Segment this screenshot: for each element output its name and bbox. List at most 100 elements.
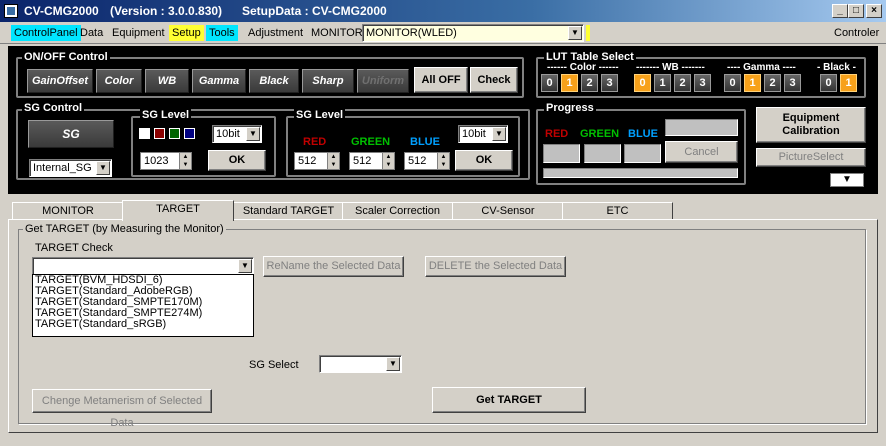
- menu-setup[interactable]: Setup: [169, 25, 204, 41]
- chevron-down-icon[interactable]: ▼: [96, 161, 110, 175]
- sg-level-stepper-1[interactable]: 1023 ▲ ▼: [140, 152, 192, 170]
- progress-status-field: [665, 119, 738, 136]
- color-button[interactable]: Color: [96, 69, 142, 93]
- black-button[interactable]: Black: [249, 69, 299, 93]
- sharp-button[interactable]: Sharp: [302, 69, 354, 93]
- tab-cv-sensor[interactable]: CV-Sensor: [452, 202, 564, 220]
- lut-color-2[interactable]: 2: [581, 74, 598, 92]
- title-bar: CV-CMG2000 (Version : 3.0.0.830) SetupDa…: [0, 0, 886, 22]
- cancel-button[interactable]: Cancel: [665, 141, 738, 163]
- sg-red-stepper[interactable]: 512 ▲ ▼: [294, 152, 340, 170]
- lut-gamma-2[interactable]: 2: [764, 74, 781, 92]
- lut-wb-2[interactable]: 2: [674, 74, 691, 92]
- tab-scaler-correction[interactable]: Scaler Correction: [342, 202, 453, 220]
- lut-color-1[interactable]: 1: [561, 74, 578, 92]
- chevron-down-icon[interactable]: ▼: [568, 26, 582, 40]
- sg-blue-stepper[interactable]: 512 ▲ ▼: [404, 152, 450, 170]
- lut-black-1[interactable]: 1: [840, 74, 857, 92]
- sg-button[interactable]: SG: [28, 120, 114, 148]
- lut-gamma-0[interactable]: 0: [724, 74, 741, 92]
- progress-red-label: RED: [545, 128, 569, 140]
- swatch-green[interactable]: [169, 128, 180, 139]
- tab-monitor[interactable]: MONITOR: [12, 202, 124, 220]
- chevron-down-icon[interactable]: ▼: [492, 127, 506, 141]
- tab-target[interactable]: TARGET: [122, 200, 234, 221]
- expand-down-icon[interactable]: ▼: [830, 173, 864, 187]
- sg-level-title-2: SG Level: [294, 109, 346, 121]
- delete-button[interactable]: DELETE the Selected Data: [425, 256, 566, 277]
- sg-green-stepper[interactable]: 512 ▲ ▼: [349, 152, 395, 170]
- onoff-title: ON/OFF Control: [22, 51, 110, 63]
- setup-data-text: SetupData : CV-CMG2000: [242, 4, 387, 18]
- sg-level-ok-button-1[interactable]: OK: [208, 150, 266, 171]
- progress-blue-field: [624, 144, 661, 163]
- swatch-white[interactable]: [139, 128, 150, 139]
- sg-source-select[interactable]: Internal_SG ▼: [29, 159, 112, 177]
- menu-adjustment[interactable]: Adjustment: [245, 25, 306, 41]
- lut-wb-3[interactable]: 3: [694, 74, 711, 92]
- sg-level-bits-select-1[interactable]: 10bit ▼: [212, 125, 262, 143]
- wb-button[interactable]: WB: [145, 69, 189, 93]
- lut-black-label: - Black -: [817, 62, 856, 73]
- lut-color-3[interactable]: 3: [601, 74, 618, 92]
- monitor-select[interactable]: MONITOR(WLED) ▼: [362, 24, 584, 42]
- sg-level-title-1: SG Level: [140, 109, 192, 121]
- progress-bar: [543, 168, 738, 178]
- sg-blue-label: BLUE: [410, 136, 440, 148]
- menu-bar: ControlPanel Data Equipment Setup Tools …: [0, 22, 886, 44]
- check-button[interactable]: Check: [470, 67, 518, 93]
- maximize-icon[interactable]: □: [848, 4, 864, 18]
- target-check-select[interactable]: ▼: [32, 257, 254, 275]
- target-check-label: TARGET Check: [35, 242, 113, 254]
- sg-green-label: GREEN: [351, 136, 391, 148]
- get-target-group-title: Get TARGET (by Measuring the Monitor): [23, 223, 226, 235]
- change-metamerism-button[interactable]: Chenge Metamerism of Selected Data: [32, 389, 212, 429]
- menu-monitor[interactable]: MONITOR: [308, 25, 366, 41]
- lut-gamma-3[interactable]: 3: [784, 74, 801, 92]
- gainoffset-button[interactable]: GainOffset: [27, 69, 93, 93]
- chevron-down-icon[interactable]: ▼: [246, 127, 260, 141]
- chevron-down-icon[interactable]: ▼: [386, 357, 400, 371]
- uniform-button[interactable]: Uniform: [357, 69, 409, 93]
- sg-control-title: SG Control: [22, 102, 85, 114]
- controller-label[interactable]: Controler: [831, 25, 882, 41]
- gamma-button[interactable]: Gamma: [192, 69, 246, 93]
- sg-level-bits-select-2[interactable]: 10bit ▼: [458, 125, 508, 143]
- lut-gamma-1[interactable]: 1: [744, 74, 761, 92]
- tab-etc[interactable]: ETC: [562, 202, 673, 220]
- menu-controlpanel[interactable]: ControlPanel: [11, 25, 81, 41]
- updown-icon[interactable]: ▲ ▼: [327, 153, 339, 169]
- sg-level-bits-value-1: 10bit: [216, 128, 240, 140]
- tab-standard-target[interactable]: Standard TARGET: [233, 202, 344, 220]
- swatch-blue[interactable]: [184, 128, 195, 139]
- lut-black-0[interactable]: 0: [820, 74, 837, 92]
- chevron-down-icon[interactable]: ▼: [238, 259, 252, 273]
- updown-icon[interactable]: ▲ ▼: [179, 153, 191, 169]
- lut-wb-1[interactable]: 1: [654, 74, 671, 92]
- lut-wb-0[interactable]: 0: [634, 74, 651, 92]
- close-icon[interactable]: ×: [866, 4, 882, 18]
- app-icon: [4, 4, 18, 18]
- sg-red-value: 512: [298, 155, 317, 167]
- sg-level-bits-value-2: 10bit: [462, 128, 486, 140]
- sg-select[interactable]: ▼: [319, 355, 402, 373]
- minimize-icon[interactable]: _: [832, 4, 848, 18]
- sg-red-label: RED: [303, 136, 327, 148]
- version-text: (Version : 3.0.0.830): [110, 4, 223, 18]
- menu-equipment[interactable]: Equipment: [109, 25, 168, 41]
- sg-level-ok-button-2[interactable]: OK: [455, 150, 513, 171]
- list-item[interactable]: TARGET(Standard_sRGB): [33, 319, 253, 330]
- lut-color-0[interactable]: 0: [541, 74, 558, 92]
- equipment-calibration-button[interactable]: Equipment Calibration: [756, 107, 866, 143]
- updown-icon[interactable]: ▲ ▼: [382, 153, 394, 169]
- swatch-red[interactable]: [154, 128, 165, 139]
- get-target-button[interactable]: Get TARGET: [432, 387, 586, 413]
- target-dropdown-list: TARGET(BVM_HDSDI_6) TARGET(Standard_Adob…: [32, 274, 254, 337]
- all-off-button[interactable]: All OFF: [414, 67, 468, 93]
- rename-button[interactable]: ReName the Selected Data: [263, 256, 404, 277]
- menu-data[interactable]: Data: [77, 25, 106, 41]
- progress-green-field: [584, 144, 621, 163]
- picture-select-button[interactable]: PictureSelect: [756, 148, 866, 167]
- updown-icon[interactable]: ▲ ▼: [437, 153, 449, 169]
- menu-tools[interactable]: Tools: [206, 25, 238, 41]
